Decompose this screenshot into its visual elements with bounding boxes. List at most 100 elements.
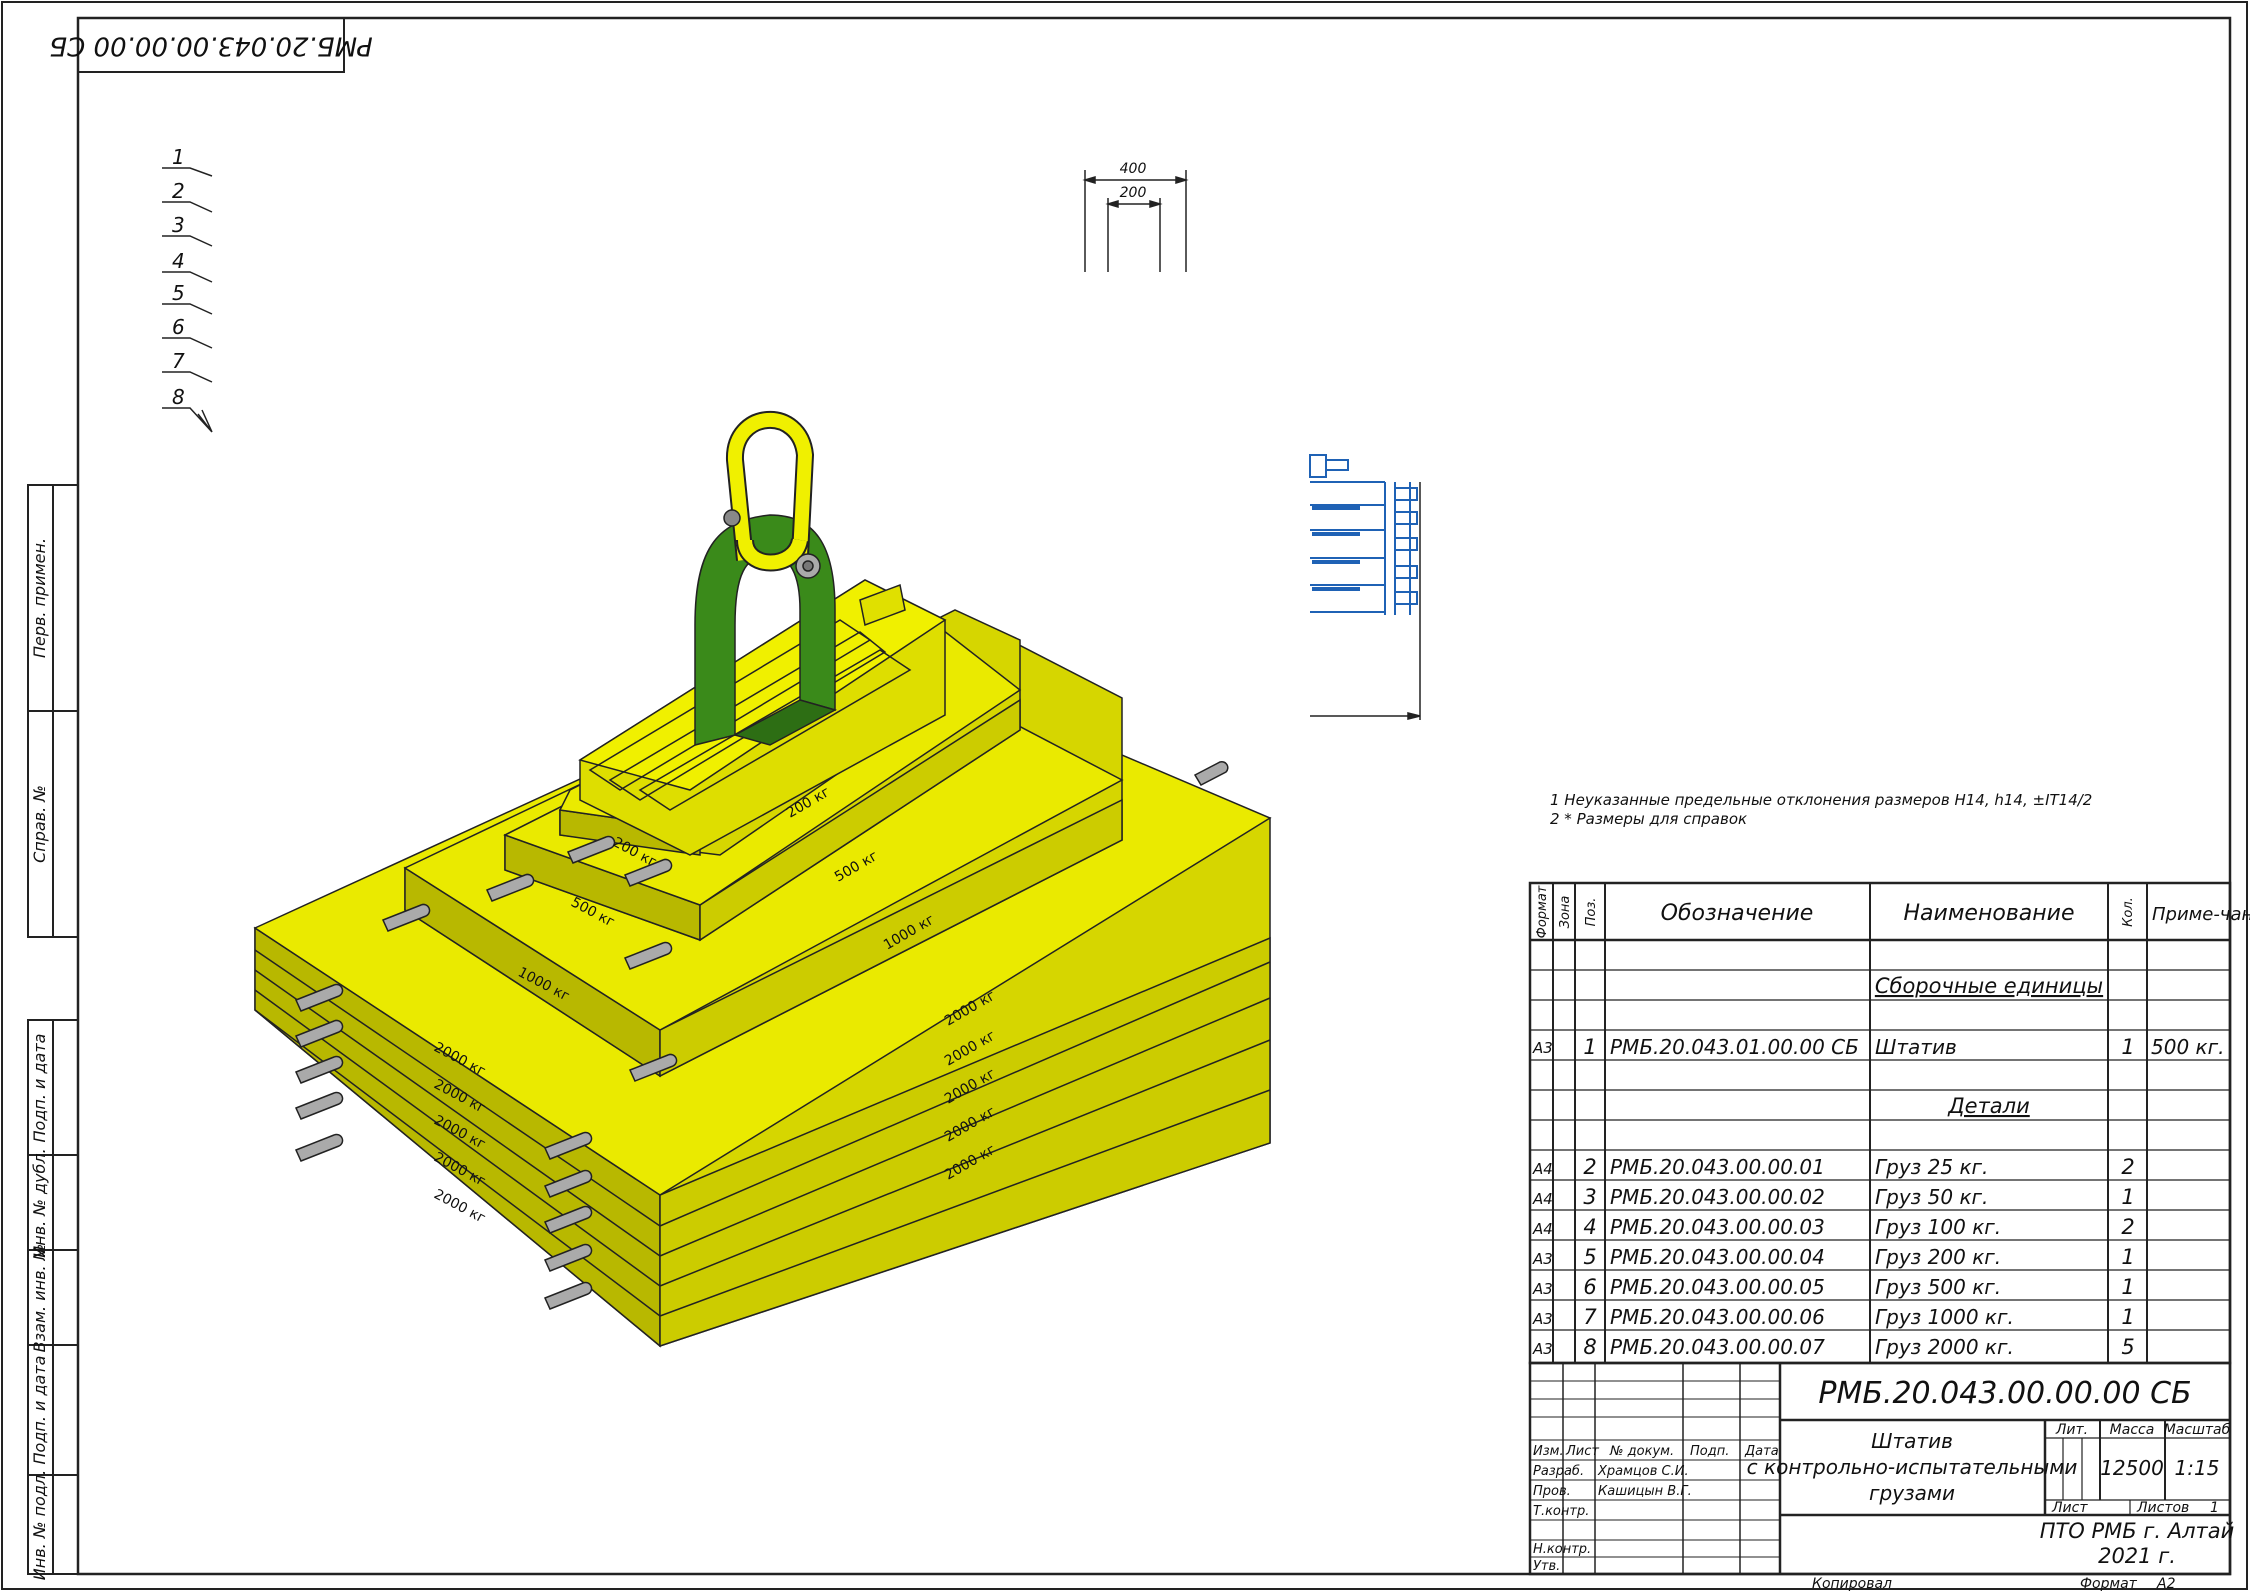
title-name-line3: грузами [1869,1481,1955,1505]
lit-label: Лит. [2055,1422,2088,1438]
spec-part-format: А3 [1532,1310,1553,1328]
spec-part-format: А3 [1532,1280,1553,1298]
col-date: Дата [1744,1444,1779,1459]
dimension-200: 200 [1120,185,1147,201]
spec-header-designation: Обозначение [1661,901,1814,926]
leader-5: 5 [172,281,185,305]
position-leaders [162,167,213,433]
side-label-vzam: Взам. инв. № [30,1244,49,1353]
side-label-sprav: Справ. № [30,785,49,863]
spec-part-pos: 6 [1583,1275,1596,1299]
spec-header-name: Наименование [1904,901,2075,926]
col-podp: Подп. [1690,1444,1729,1459]
side-label-podp2: Подп. и дата [30,1356,49,1465]
spec-row-pos: 1 [1583,1035,1596,1059]
title-code: РМБ.20.043.00.00.00 СБ [1818,1376,2191,1411]
side-label-inv-podl: Инв. № подл. [30,1470,49,1580]
sheet-label: Лист [2051,1500,2088,1516]
spec-part-pos: 8 [1583,1335,1596,1359]
person-razrab: Храмцов С.И. [1597,1464,1689,1479]
spec-row-note: 500 кг. [2151,1035,2224,1059]
technical-notes: 1 Неуказанные предельные отклонения разм… [1550,791,2092,828]
person-prov: Кашицын В.Г. [1598,1484,1692,1499]
leader-numbers: 1 2 3 4 5 6 7 8 [172,145,185,409]
org-line1: ПТО РМБ г. Алтай [2040,1519,2235,1543]
spec-part-designation: РМБ.20.043.00.00.07 [1610,1335,1825,1359]
side-label-perv: Перв. примен. [30,538,49,658]
spec-part-name: Груз 50 кг. [1875,1185,1988,1209]
spec-part-designation: РМБ.20.043.00.00.03 [1610,1215,1825,1239]
spec-header-note: Приме-чание [2152,904,2250,925]
spec-part-rows: А4 2 РМБ.20.043.00.00.01 Груз 25 кг. 2 А4 3 РМБ… [1532,1155,2135,1359]
sheets-label: Листов [2136,1500,2189,1516]
note-1: 1 Неуказанные предельные отклонения разм… [1550,791,2092,809]
spec-part-format: А4 [1532,1220,1553,1238]
spec-part-qty: 5 [2121,1335,2134,1359]
spec-part-name: Груз 25 кг. [1875,1155,1988,1179]
spec-part-format: А4 [1532,1160,1553,1178]
scale-value: 1:15 [2175,1456,2220,1480]
format-label: Формат [2080,1576,2138,1592]
blue-side-view [1309,454,1418,615]
spec-part-name: Груз 100 кг. [1875,1215,2001,1239]
sheets-value: 1 [2210,1500,2219,1516]
role-razrab: Разраб. [1533,1464,1584,1479]
spec-part-designation: РМБ.20.043.00.00.06 [1610,1305,1825,1329]
leader-3: 3 [172,213,185,237]
spec-section-parts: Детали [1947,1094,2030,1118]
col-izm: Изм. [1533,1444,1564,1459]
mass-value: 12500 [2100,1456,2164,1480]
spec-part-name: Груз 1000 кг. [1875,1305,2014,1329]
mass-label: Масса [2110,1422,2155,1438]
spec-part-qty: 2 [2121,1155,2134,1179]
assembly-drawing: РМБ.20.043.00.00.00 СБ Перв. примен. Спр… [1,1,2250,1592]
note-2: 2 * Размеры для справок [1550,810,1747,828]
spec-part-designation: РМБ.20.043.00.00.01 [1610,1155,1825,1179]
leader-2: 2 [172,179,185,203]
spec-section-assembly: Сборочные единицы [1875,974,2103,998]
spec-header-format: Формат [1535,885,1550,938]
role-prov: Пров. [1533,1484,1571,1499]
spec-part-qty: 1 [2121,1305,2134,1329]
spec-part-pos: 3 [1583,1185,1596,1209]
spec-table-header: Формат Зона Поз. Обозначение Наименовани… [1535,885,2250,938]
blue-dimension [1310,482,1421,720]
spec-part-pos: 4 [1583,1215,1596,1239]
spec-row-format: А3 [1532,1039,1553,1057]
side-label-podp1: Подп. и дата [30,1034,49,1143]
side-labels: Перв. примен. Справ. № Подп. и дата Инв.… [30,538,49,1580]
spec-part-qty: 2 [2121,1215,2134,1239]
spec-assembly-row: А3 1 РМБ.20.043.01.00.00 СБ Штатив 1 500… [1532,1035,2224,1059]
role-tkontr: Т.контр. [1533,1504,1589,1519]
role-utv: Утв. [1533,1559,1560,1574]
spec-header-pos: Поз. [1584,898,1599,927]
weights-assembly [253,410,1272,1348]
dimension-400: 400 [1120,161,1147,177]
leader-8: 8 [172,385,185,409]
spec-part-format: А4 [1532,1190,1553,1208]
spec-part-qty: 1 [2121,1245,2134,1269]
title-name-line1: Штатив [1871,1429,1953,1453]
spec-part-designation: РМБ.20.043.00.00.05 [1610,1275,1825,1299]
spec-part-name: Груз 200 кг. [1875,1245,2001,1269]
spec-part-name: Груз 500 кг. [1875,1275,2001,1299]
leader-7: 7 [172,349,185,373]
spec-part-format: А3 [1532,1250,1553,1268]
top-stamp: РМБ.20.043.00.00.00 СБ [49,17,373,73]
org-line2: 2021 г. [2098,1544,2176,1568]
col-doc: № докум. [1609,1444,1674,1459]
scale-label: Масштаб [2164,1422,2231,1438]
leader-4: 4 [172,249,185,273]
spec-part-pos: 5 [1583,1245,1596,1269]
top-stamp-text: РМБ.20.043.00.00.00 СБ [49,31,373,61]
format-value: А2 [2156,1576,2176,1592]
side-label-inv-dubl: Инв. № дубл. [30,1148,49,1257]
title-name-line2: с контрольно-испытательными [1747,1455,2078,1479]
spec-row-designation: РМБ.20.043.01.00.00 СБ [1610,1035,1859,1059]
spec-part-qty: 1 [2121,1185,2134,1209]
col-list: Лист [1565,1444,1599,1459]
spec-part-qty: 1 [2121,1275,2134,1299]
title-block: РМБ.20.043.00.00.00 СБ Штатив с контроль… [1533,1376,2234,1574]
spec-part-pos: 2 [1583,1155,1596,1179]
copied-label: Копировал [1812,1576,1892,1592]
